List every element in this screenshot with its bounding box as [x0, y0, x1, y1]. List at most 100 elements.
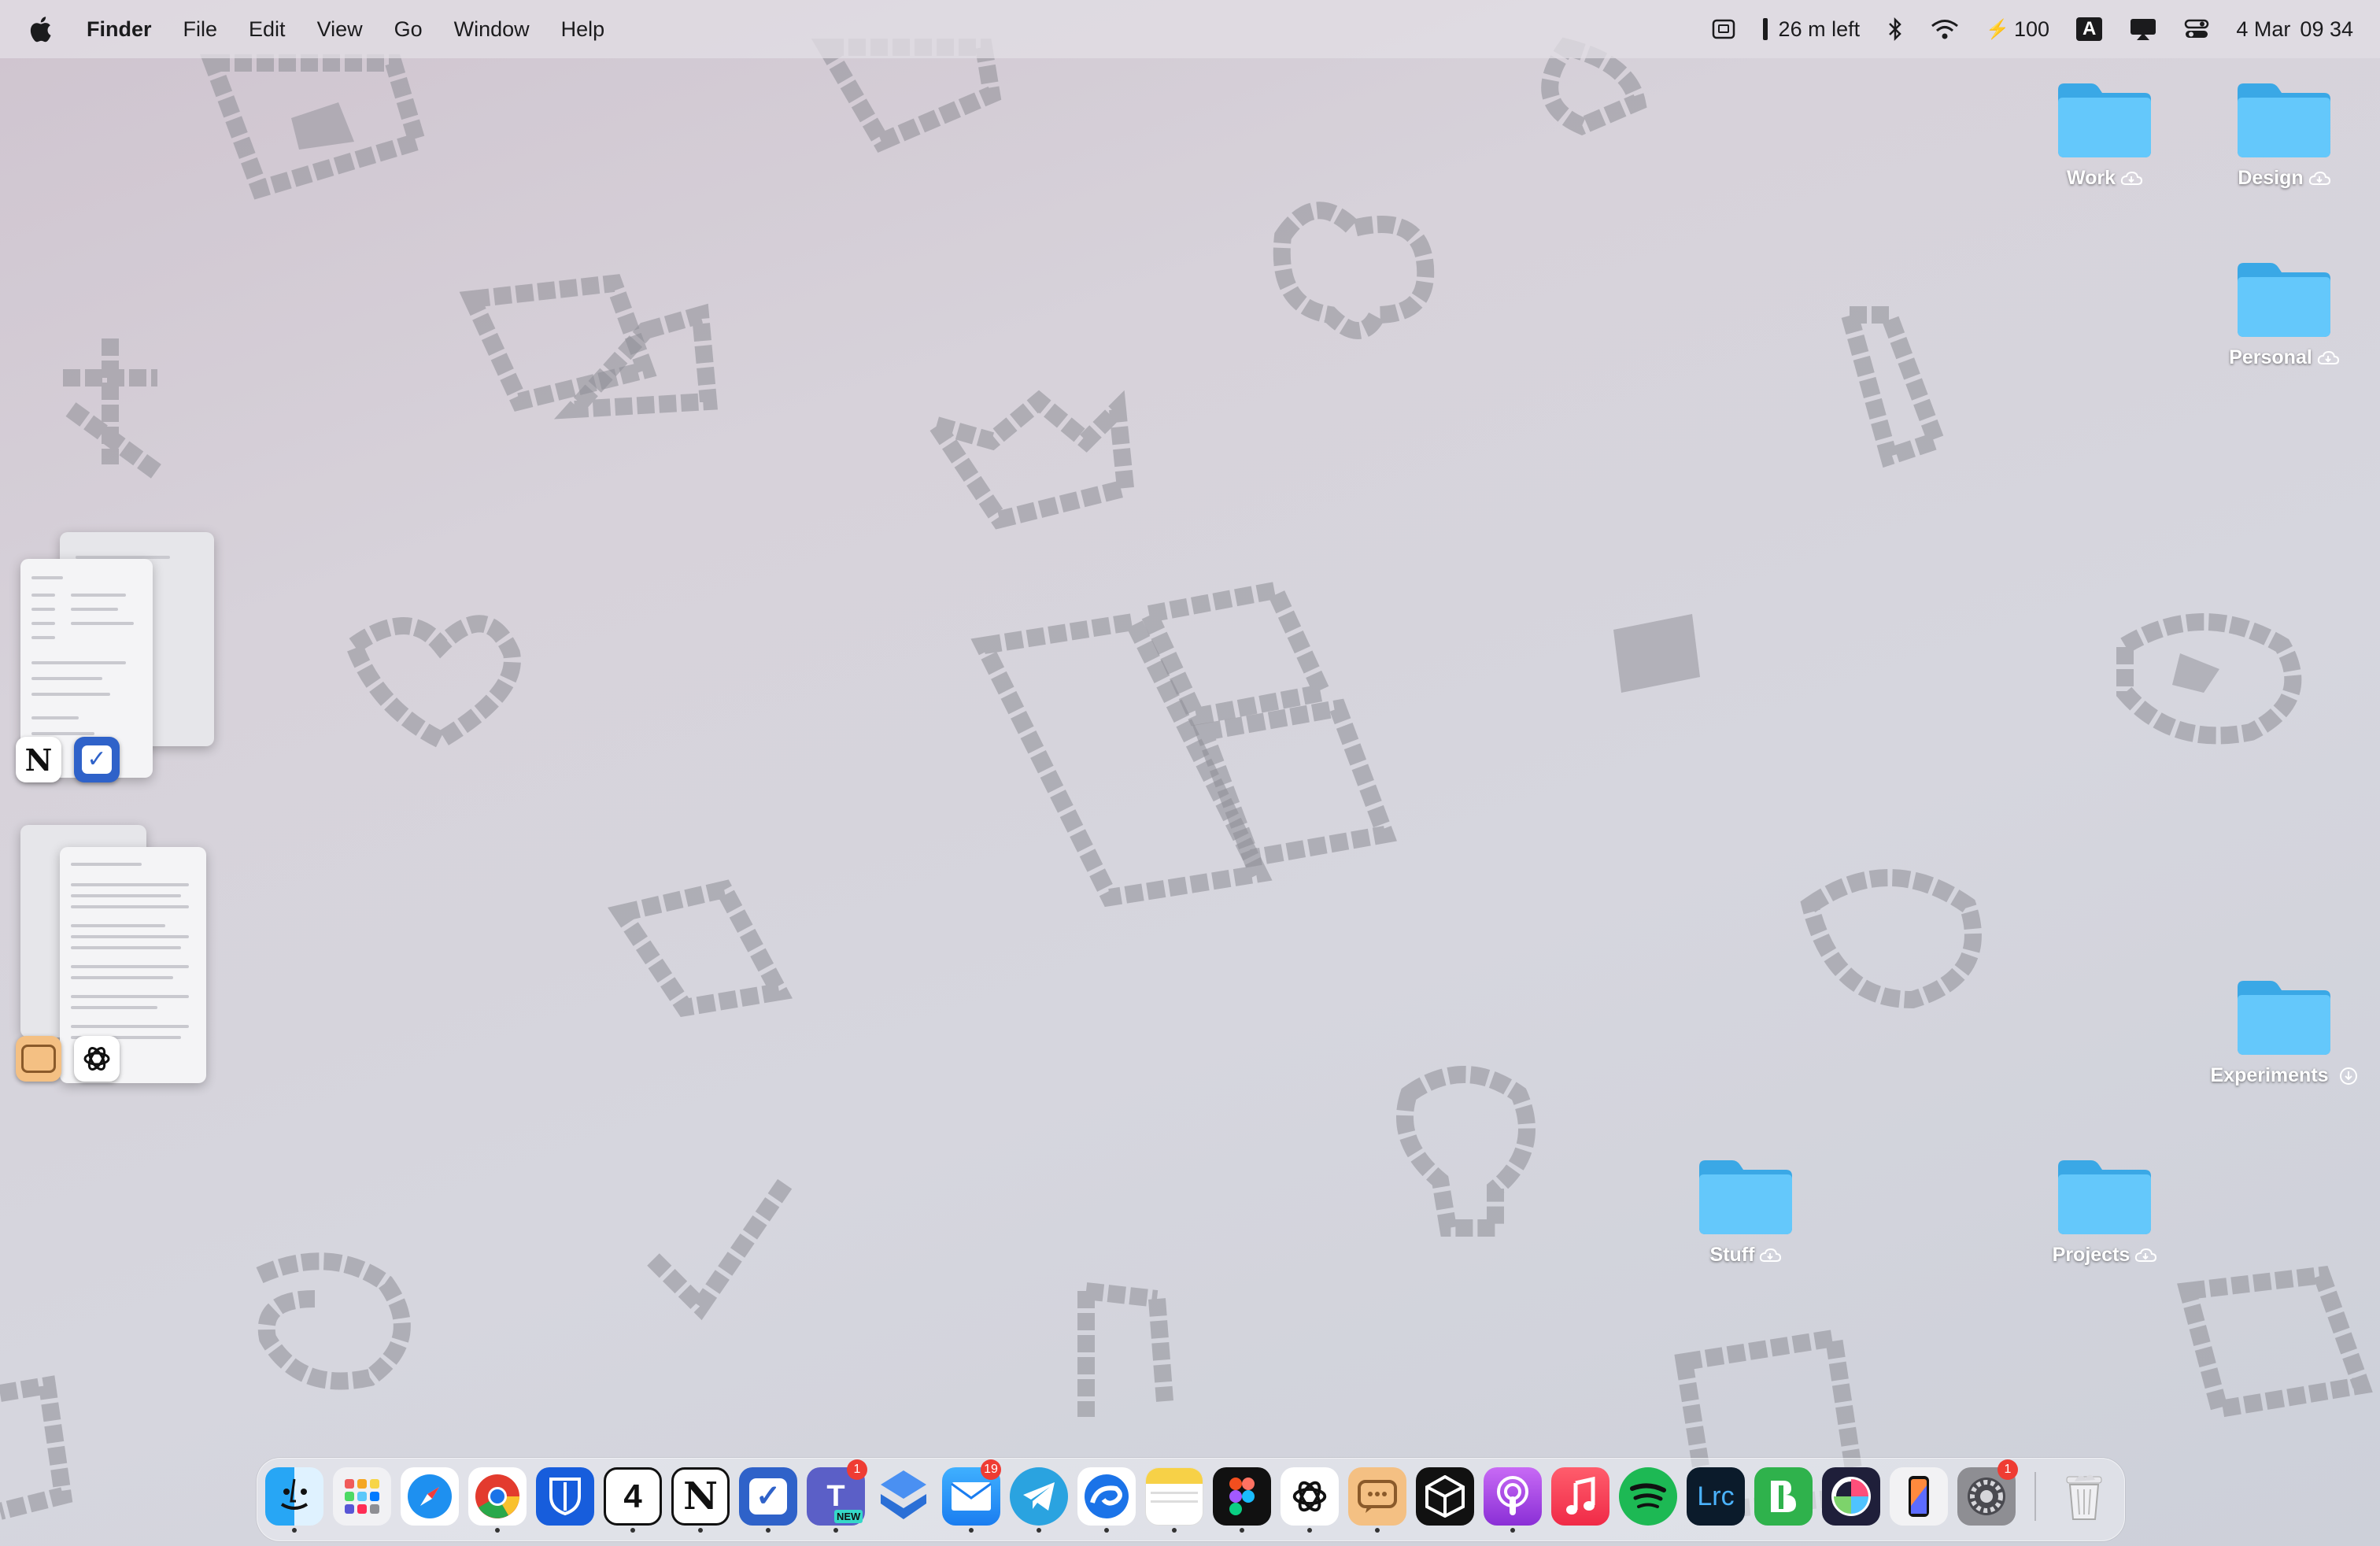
teams-new-tag: NEW [834, 1510, 863, 1523]
input-source-label: A [2076, 17, 2103, 41]
linear-icon[interactable] [874, 1467, 933, 1526]
settings-notification-badge: 1 [1998, 1459, 2018, 1480]
chat-bubble-icon [16, 1036, 61, 1082]
unity-icon[interactable] [1416, 1467, 1474, 1526]
folder-label: Experiments [2210, 1064, 2329, 1086]
notes-icon[interactable] [1145, 1467, 1203, 1526]
menu-bar: Finder File Edit View Go Window Help 26 … [0, 0, 2380, 58]
menu-file[interactable]: File [183, 17, 218, 42]
menu-app-name[interactable]: Finder [87, 17, 152, 42]
menu-go[interactable]: Go [394, 17, 423, 42]
icloud-download-icon [2308, 171, 2330, 187]
folder-label: Projects [2052, 1244, 2131, 1266]
clock[interactable]: 4 Mar 09 34 [2236, 17, 2353, 42]
running-indicator [292, 1528, 297, 1533]
stage-manager-group-1[interactable]: N ✓ [16, 532, 214, 800]
running-indicator [833, 1528, 838, 1533]
folder-icon [2233, 973, 2335, 1060]
running-indicator [1172, 1528, 1177, 1533]
running-indicator [495, 1528, 500, 1533]
airplay-display-icon[interactable] [2129, 17, 2157, 41]
chatgpt-icon [74, 1036, 120, 1082]
music-icon[interactable] [1551, 1467, 1609, 1526]
running-indicator [698, 1528, 703, 1533]
stage-manager-group-2[interactable] [16, 825, 220, 1093]
input-source-indicator[interactable]: A [2076, 17, 2103, 41]
running-indicator [969, 1528, 974, 1533]
notion-icon[interactable]: N [671, 1467, 730, 1526]
teams-letter: T [826, 1479, 845, 1513]
folder-stuff[interactable]: Stuff [1667, 1152, 1824, 1267]
notion-letter: N [683, 1474, 718, 1518]
battery-time-left: 26 m left [1778, 17, 1861, 41]
podcasts-icon[interactable] [1484, 1467, 1542, 1526]
folder-icon [2053, 1152, 2156, 1239]
battery-percentage[interactable]: ⚡ 100 [1986, 17, 2049, 42]
dock-separator [2034, 1472, 2036, 1521]
running-indicator [1307, 1528, 1312, 1533]
calendar-icon[interactable]: 4 [604, 1467, 662, 1526]
battery-level-bar-icon [1762, 18, 1768, 40]
chrome-icon[interactable] [468, 1467, 527, 1526]
running-indicator [1037, 1528, 1041, 1533]
menu-window[interactable]: Window [454, 17, 530, 42]
telegram-icon[interactable] [1010, 1467, 1068, 1526]
spotify-icon[interactable] [1619, 1467, 1677, 1526]
icloud-download-icon [2317, 350, 2339, 366]
running-indicator [766, 1528, 771, 1533]
menu-edit[interactable]: Edit [249, 17, 286, 42]
apple-logo-icon[interactable] [28, 15, 54, 43]
running-indicator [1375, 1528, 1380, 1533]
figma-icon[interactable] [1213, 1467, 1271, 1526]
screen-mirroring-icon[interactable] [1711, 17, 1736, 42]
folder-label: Work [2066, 167, 2116, 189]
download-progress-icon [2339, 1067, 2357, 1086]
chat-bubble-icon[interactable] [1348, 1467, 1406, 1526]
lightroom-icon[interactable]: Lrc [1687, 1467, 1745, 1526]
launchpad-icon[interactable] [333, 1467, 391, 1526]
running-indicator [630, 1528, 635, 1533]
bluetooth-icon[interactable] [1887, 17, 1904, 42]
wifi-icon[interactable] [1931, 18, 1959, 40]
wallpaper-pixel-art [0, 37, 2373, 1522]
running-indicator [1104, 1528, 1109, 1533]
calendar-day-label: 4 [623, 1478, 642, 1515]
running-indicator [1510, 1528, 1515, 1533]
folder-icon [2053, 76, 2156, 162]
control-center-icon[interactable] [2184, 18, 2209, 40]
icloud-download-icon [2134, 1248, 2156, 1263]
folder-label: Design [2238, 167, 2304, 189]
folder-design[interactable]: Design [2205, 76, 2363, 190]
desktop-wallpaper [0, 37, 2373, 1522]
todo-check-icon[interactable]: ✓ [739, 1467, 797, 1526]
icloud-download-icon [1759, 1248, 1781, 1263]
folder-personal[interactable]: Personal [2205, 255, 2363, 369]
folder-icon [2233, 255, 2335, 342]
folder-projects[interactable]: Projects [2026, 1152, 2183, 1267]
battery-level-text: 100 [2013, 17, 2050, 41]
lightroom-label: Lrc [1697, 1481, 1735, 1511]
clock-time: 09 34 [2300, 17, 2353, 41]
folder-experiments[interactable]: Experiments [2205, 973, 2363, 1087]
todo-check-icon: ✓ [74, 737, 120, 782]
trash-icon[interactable] [2055, 1467, 2113, 1526]
charging-bolt-icon: ⚡ [1986, 18, 2009, 40]
teams-notification-badge: 1 [847, 1459, 867, 1480]
safari-icon[interactable] [401, 1467, 459, 1526]
chatgpt-icon[interactable] [1281, 1467, 1339, 1526]
menu-help[interactable]: Help [561, 17, 605, 42]
battery-status[interactable]: 26 m left [1762, 17, 1861, 42]
folder-work[interactable]: Work [2026, 76, 2183, 190]
iphone-icon[interactable] [1890, 1467, 1948, 1526]
folder-label: Personal [2229, 346, 2312, 368]
edge-icon[interactable] [1077, 1467, 1136, 1526]
bitwarden-icon[interactable] [536, 1467, 594, 1526]
notion-icon: N [16, 737, 61, 782]
bear-icon[interactable] [1754, 1467, 1813, 1526]
mail-notification-badge: 19 [981, 1459, 1001, 1480]
folder-icon [2233, 76, 2335, 162]
finder-icon[interactable] [265, 1467, 323, 1526]
pixelmator-icon[interactable] [1822, 1467, 1880, 1526]
menu-view[interactable]: View [317, 17, 363, 42]
clock-date: 4 Mar [2236, 17, 2291, 41]
